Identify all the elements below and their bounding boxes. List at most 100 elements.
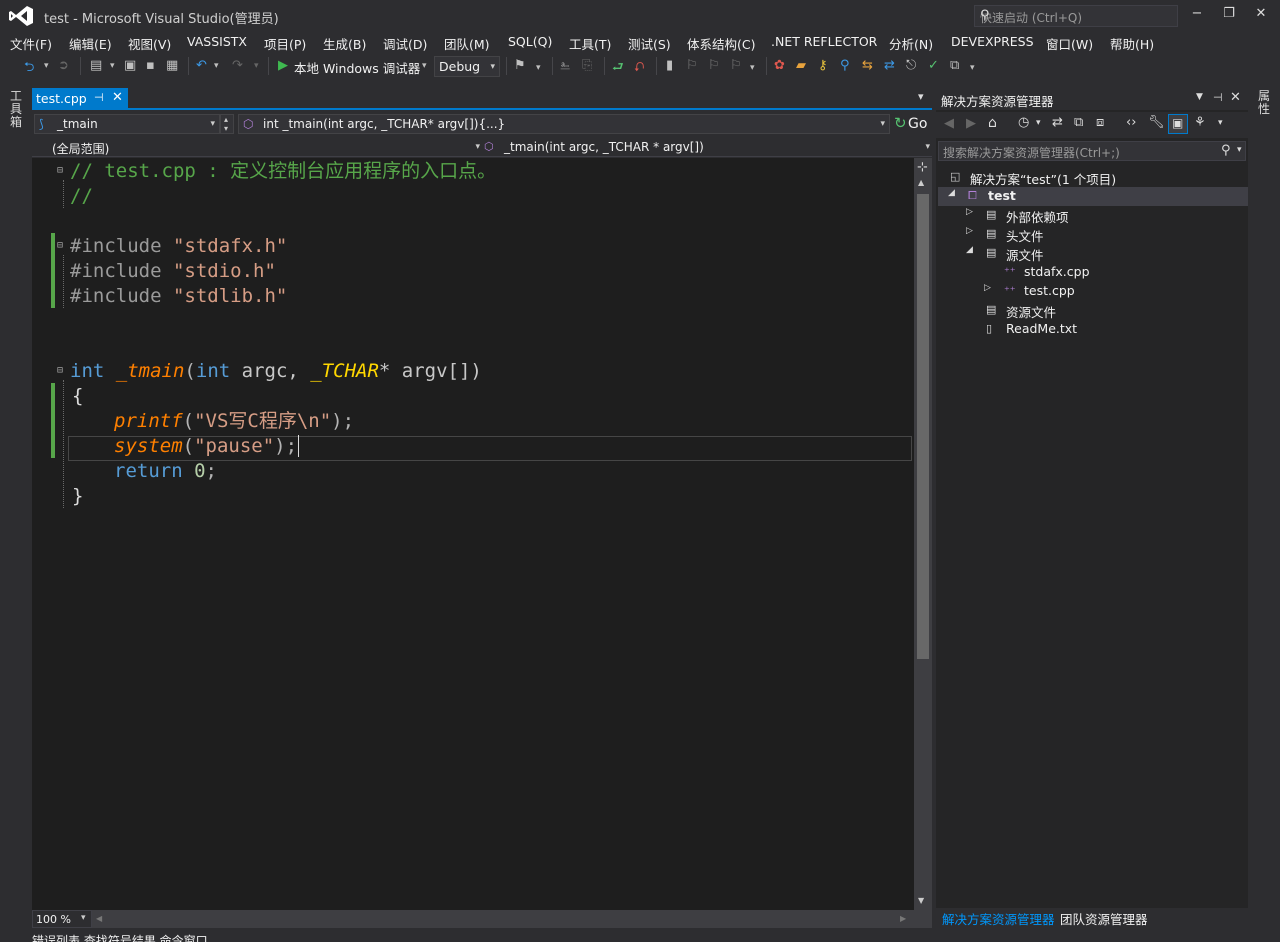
navigate-icon[interactable]: ⇆ (862, 58, 873, 73)
scroll-right-icon[interactable]: ▶ (900, 914, 906, 923)
collapsed-arrow-icon[interactable]: ▷ (966, 226, 973, 236)
menu-devexpress[interactable]: DEVEXPRESS (951, 34, 1034, 49)
search-icon[interactable]: ⚲ (1221, 143, 1231, 158)
folder-icon[interactable]: ▰ (796, 58, 806, 73)
home-icon[interactable]: ⌂ (988, 115, 997, 131)
code-editor[interactable]: ⊟ ⊟ ⊟ // test.cpp : 定义控制台应用程序的入口点。 // #i… (32, 158, 914, 910)
tab-list-dropdown-icon[interactable]: ▾ (918, 90, 924, 103)
save-all-icon[interactable]: ▦ (166, 58, 178, 73)
collapsed-arrow-icon[interactable]: ▷ (984, 283, 991, 293)
find-icon[interactable]: ⚷ (818, 58, 828, 73)
sync-icon[interactable]: ⇄ (1052, 115, 1063, 130)
properties-icon[interactable]: 🔧︎ (1148, 115, 1165, 130)
scrollbar-thumb[interactable] (917, 194, 929, 659)
collapse-icon[interactable]: ⊟ (57, 240, 63, 251)
attach-icon[interactable]: ⎋ (906, 58, 916, 73)
menu-architecture[interactable]: 体系结构(C) (687, 34, 755, 53)
menu-help[interactable]: 帮助(H) (1110, 34, 1154, 53)
bottom-tool-tabs[interactable]: 错误列表 查找符号结果 命令窗口 (32, 932, 332, 942)
scope-spinner[interactable]: ▴ ▾ (220, 114, 234, 134)
tab-test-cpp[interactable]: test.cpp ⊣ ✕ (32, 88, 128, 110)
menu-file[interactable]: 文件(F) (10, 34, 52, 53)
scroll-down-icon[interactable]: ▼ (918, 896, 924, 905)
collapse-icon[interactable]: ⊟ (57, 365, 63, 376)
horizontal-scrollbar[interactable]: 100 % ▾ ◀ ▶ (32, 910, 932, 928)
menu-edit[interactable]: 编辑(E) (69, 34, 112, 53)
pin-icon[interactable]: ⊣ (94, 91, 104, 104)
tree-item-resource-files[interactable]: ▤ 资源文件 (948, 301, 1244, 320)
close-tab-icon[interactable]: ✕ (112, 90, 123, 105)
build-icon[interactable]: ✿ (774, 58, 785, 73)
chevron-down-icon[interactable]: ▾ (1036, 118, 1041, 128)
close-button[interactable]: ✕ (1250, 6, 1272, 24)
minimize-button[interactable]: − (1186, 6, 1208, 24)
down-icon[interactable]: ▾ (224, 124, 228, 133)
start-debugging-icon[interactable]: ▶ (278, 58, 288, 73)
debugger-dropdown-icon[interactable]: ▾ (422, 61, 427, 71)
undo-dropdown-icon[interactable]: ▾ (214, 61, 219, 71)
back-icon[interactable]: ⮌ (24, 58, 34, 80)
tree-item-source-files[interactable]: ◢ ▤ 源文件 (948, 244, 1244, 263)
collapse-icon[interactable]: ⊟ (57, 165, 63, 176)
view-code-icon[interactable]: ‹› (1126, 115, 1136, 130)
zoom-combo[interactable]: 100 % ▾ (32, 910, 92, 928)
expanded-arrow-icon[interactable]: ◢ (948, 188, 955, 198)
pin-icon[interactable]: ⊣ (1213, 91, 1223, 104)
show-all-files-icon[interactable]: ⧈ (1096, 115, 1104, 130)
preview-toggle[interactable]: ▣ (1168, 114, 1188, 134)
chevron-down-icon[interactable]: ▾ (1218, 118, 1223, 128)
back-dropdown-icon[interactable]: ▾ (44, 61, 49, 71)
split-icon[interactable]: ⊹ (917, 160, 928, 175)
search-icon[interactable]: ⚲ (980, 8, 1171, 23)
chevron-down-icon[interactable]: ▾ (1237, 145, 1242, 155)
find-in-files-icon[interactable]: ⚑ (514, 58, 526, 73)
history-icon[interactable]: ◷ (1018, 115, 1029, 130)
bookmark-prev-icon[interactable]: ⮐ (612, 58, 624, 80)
quick-launch-input[interactable]: 快速启动 (Ctrl+Q) ⚲ (974, 5, 1178, 27)
menu-build[interactable]: 生成(B) (323, 34, 366, 53)
options-icon[interactable]: ⧉ (950, 58, 959, 73)
undo-icon[interactable]: ↶ (196, 58, 207, 73)
tree-item-test-cpp[interactable]: ▷ ⁺⁺ test.cpp (948, 282, 1244, 301)
search-icon[interactable]: ⚲ (840, 58, 850, 73)
menu-team[interactable]: 团队(M) (444, 34, 490, 53)
tree-item-header-files[interactable]: ▷ ▤ 头文件 (948, 225, 1244, 244)
tree-item-solution[interactable]: ◱ 解决方案“test”(1 个项目) (948, 168, 1244, 187)
menu-tools[interactable]: 工具(T) (569, 34, 611, 53)
menu-window[interactable]: 窗口(W) (1046, 34, 1093, 53)
chevron-down-icon[interactable]: ▼ (1196, 92, 1203, 102)
check-icon[interactable]: ✓ (928, 58, 939, 73)
expanded-arrow-icon[interactable]: ◢ (966, 245, 973, 255)
function-combo[interactable]: ⬡ int _tmain(int argc, _TCHAR* argv[]){.… (238, 114, 890, 134)
menu-project[interactable]: 项目(P) (264, 34, 306, 53)
start-debugger-button[interactable]: 本地 Windows 调试器 (294, 58, 420, 77)
solution-search-input[interactable]: 搜索解决方案资源管理器(Ctrl+;) ⚲ ▾ (938, 141, 1246, 161)
overflow-icon[interactable]: ▾ (536, 63, 541, 73)
collapsed-arrow-icon[interactable]: ▷ (966, 207, 973, 217)
toolbox-tab[interactable]: 工具箱 (9, 90, 23, 129)
config-combo[interactable]: Debug ▾ (434, 56, 500, 77)
menu-view[interactable]: 视图(V) (128, 34, 171, 53)
menu-vassistx[interactable]: VASSISTX (187, 34, 247, 49)
tree-item-stdafx-cpp[interactable]: ⁺⁺ stdafx.cpp (948, 263, 1244, 282)
bookmark-clear-icon[interactable]: ⮏ (634, 58, 644, 80)
tab-solution-explorer[interactable]: 解决方案资源管理器 (942, 909, 1055, 928)
global-scope-combo[interactable]: (全局范围) ▾ (52, 139, 480, 157)
close-icon[interactable]: ✕ (1230, 90, 1241, 105)
restore-button[interactable]: ❐ (1218, 6, 1240, 24)
tree-item-readme[interactable]: ▯ ReadMe.txt (948, 320, 1244, 339)
member-combo[interactable]: ⬡ _tmain(int argc, _TCHAR * argv[]) ▾ (484, 139, 930, 157)
new-project-icon[interactable]: ▤ (90, 58, 102, 73)
tree-item-external-deps[interactable]: ▷ ▤ 外部依赖项 (948, 206, 1244, 225)
class-view-icon[interactable]: ⚘ (1194, 115, 1206, 130)
open-file-icon[interactable]: ▣ (124, 58, 136, 73)
tree-item-project[interactable]: ◢ ⧠ test (948, 187, 1244, 206)
scope-combo[interactable]: ⟆ _tmain ▾ (34, 114, 220, 134)
scroll-up-icon[interactable]: ▲ (918, 178, 924, 187)
step-into-icon[interactable]: ⎁ (560, 58, 570, 73)
overflow-icon[interactable]: ▾ (750, 63, 755, 73)
menu-test[interactable]: 测试(S) (628, 34, 671, 53)
collapse-all-icon[interactable]: ⧉ (1074, 115, 1083, 130)
go-button[interactable]: ↻ Go (894, 114, 930, 134)
move-icon[interactable]: ⇄ (884, 58, 895, 73)
